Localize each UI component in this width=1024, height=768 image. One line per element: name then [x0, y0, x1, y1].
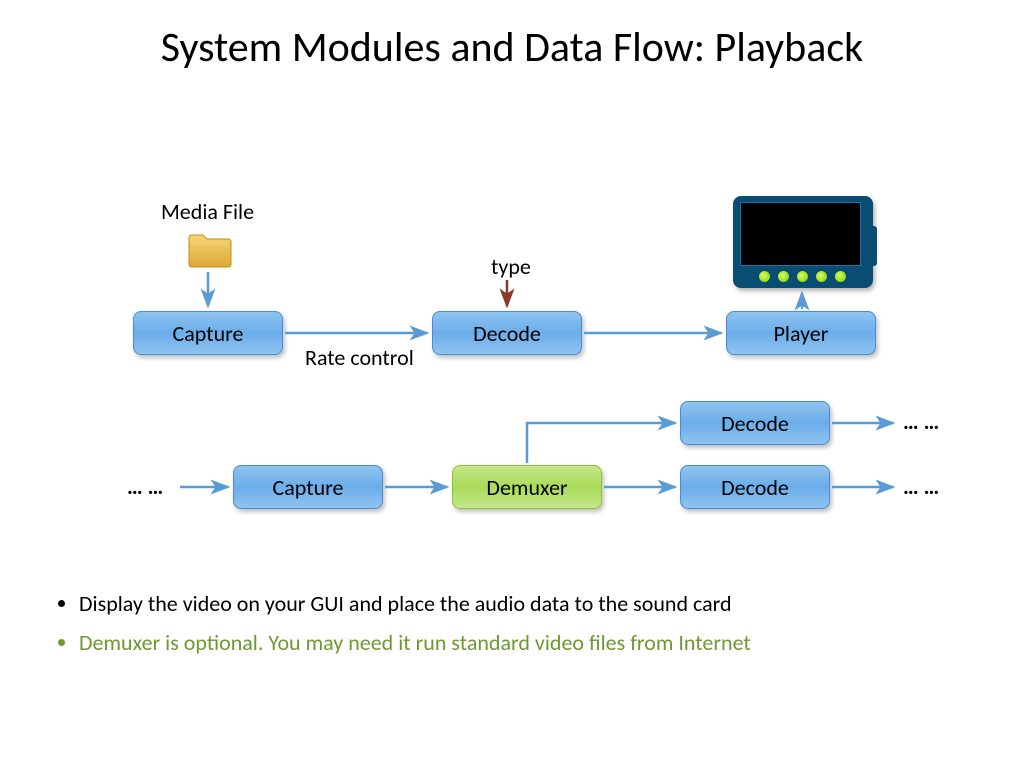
capture-box: Capture [133, 311, 283, 355]
ellipsis-right-2: … … [903, 473, 939, 500]
ellipsis-right-1: … … [903, 408, 939, 435]
player-box: Player [726, 311, 876, 355]
decode-box: Decode [432, 311, 582, 355]
ellipsis-left: … … [127, 473, 163, 500]
demuxer-box: Demuxer [452, 465, 602, 509]
media-player-icon [733, 196, 873, 288]
type-label: type [491, 253, 531, 280]
decode2-box: Decode [680, 401, 830, 445]
capture2-box: Capture [233, 465, 383, 509]
bullet-2: Demuxer is optional. You may need it run… [79, 629, 751, 658]
bullet-list: Display the video on your GUI and place … [55, 590, 751, 667]
media-file-label: Media File [161, 198, 254, 225]
rate-control-label: Rate control [305, 344, 414, 371]
decode3-box: Decode [680, 465, 830, 509]
bullet-1: Display the video on your GUI and place … [79, 590, 751, 619]
folder-icon [187, 232, 233, 268]
slide-title: System Modules and Data Flow: Playback [0, 22, 1024, 73]
